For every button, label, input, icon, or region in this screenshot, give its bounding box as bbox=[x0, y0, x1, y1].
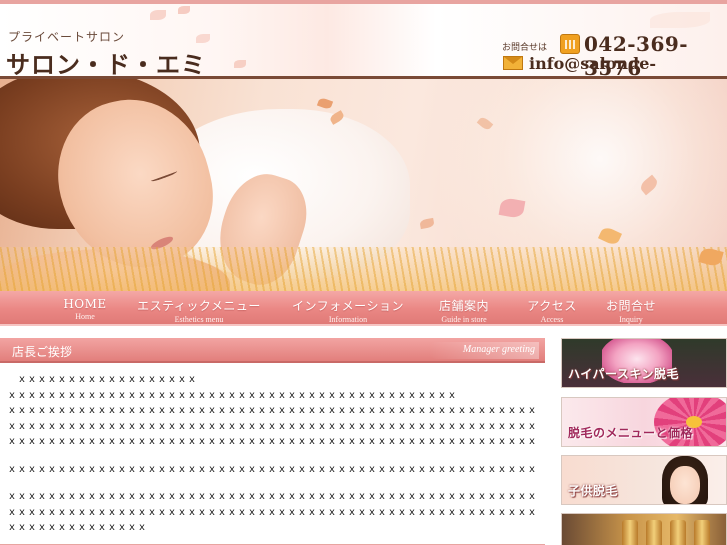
girl-photo-face bbox=[670, 466, 700, 504]
nav-label: インフォメーション bbox=[292, 299, 404, 313]
banner-hair-removal-menu[interactable]: 脱毛のメニューと価格 bbox=[561, 397, 727, 447]
nav-item-inquiry[interactable]: お問合せ Inquiry bbox=[604, 297, 658, 324]
nav-sublabel: Information bbox=[328, 315, 368, 324]
nav-sublabel: Guide in store bbox=[441, 315, 487, 324]
nav-label: お問合せ bbox=[605, 299, 656, 313]
header-petal-decoration bbox=[178, 6, 190, 14]
banner-label: 子供脱毛 bbox=[568, 484, 619, 498]
nav-sublabel: Access bbox=[540, 315, 564, 324]
hero-banner-image bbox=[0, 79, 727, 291]
nav-label: エスティックメニュー bbox=[137, 299, 261, 313]
banner-cosmetics[interactable] bbox=[561, 513, 727, 545]
site-tagline: プライベートサロン bbox=[8, 30, 126, 44]
content-line: ｘｘｘｘｘｘｘｘｘｘｘｘｘｘｘｘｘｘｘｘｘｘｘｘｘｘｘｘｘｘｘｘｘｘｘｘｘｘｘｘ… bbox=[7, 420, 539, 432]
hero-flower-field bbox=[0, 247, 727, 291]
content-line: ｘｘｘｘｘｘｘｘｘｘｘｘｘｘｘｘｘｘｘｘｘｘｘｘｘｘｘｘｘｘｘｘｘｘｘｘｘｘｘｘ… bbox=[7, 405, 539, 416]
nav-sublabel: Esthetics menu bbox=[174, 315, 224, 324]
section-subtitle: Manager greeting bbox=[429, 342, 539, 359]
nav-sublabel: Home bbox=[75, 312, 95, 321]
content-line: ｘｘｘｘｘｘｘｘｘｘｘｘｘｘｘｘｘｘｘｘｘｘｘｘｘｘｘｘｘｘｘｘｘｘｘｘｘｘｘｘ… bbox=[7, 463, 539, 475]
banner-label: ハイパースキン脱毛 bbox=[568, 367, 680, 381]
nav-label: HOME bbox=[63, 297, 107, 311]
hero-petal bbox=[419, 217, 435, 230]
nav-label: 店舗案内 bbox=[438, 299, 489, 313]
nav-item-guide-in-store[interactable]: 店舗案内 Guide in store bbox=[434, 297, 494, 324]
banner-hyper-skin[interactable]: ハイパースキン脱毛 bbox=[561, 338, 727, 388]
bottle-image bbox=[646, 520, 662, 545]
nav-item-information[interactable]: インフォメーション Information bbox=[292, 297, 404, 324]
bottle-image bbox=[694, 520, 710, 545]
content-line: ｘｘｘｘｘｘｘｘｘｘｘｘｘｘｘｘｘｘ bbox=[17, 374, 197, 385]
banner-kids-hair-removal[interactable]: 子供脱毛 bbox=[561, 455, 727, 505]
content-line: ｘｘｘｘｘｘｘｘｘｘｘｘｘｘｘｘｘｘｘｘｘｘｘｘｘｘｘｘｘｘｘｘｘｘｘｘｘｘｘｘ… bbox=[7, 491, 539, 502]
content-line: ｘｘｘｘｘｘｘｘｘｘｘｘｘｘｘｘｘｘｘｘｘｘｘｘｘｘｘｘｘｘｘｘｘｘｘｘｘｘｘｘ… bbox=[7, 389, 457, 401]
header-petal-decoration bbox=[196, 34, 210, 43]
section-title: 店長ご挨拶 bbox=[12, 345, 73, 359]
nav-item-access[interactable]: アクセス Access bbox=[525, 297, 579, 324]
nav-sublabel: Inquiry bbox=[619, 315, 643, 324]
contact-label: お問合せは bbox=[502, 43, 548, 53]
content-line: ｘｘｘｘｘｘｘｘｘｘｘｘｘｘ bbox=[7, 522, 147, 533]
hero-petal bbox=[316, 96, 334, 111]
nav-label: アクセス bbox=[527, 299, 577, 313]
content-line: ｘｘｘｘｘｘｘｘｘｘｘｘｘｘｘｘｘｘｘｘｘｘｘｘｘｘｘｘｘｘｘｘｘｘｘｘｘｘｘｘ… bbox=[7, 506, 539, 518]
section-header: 店長ご挨拶 Manager greeting bbox=[0, 338, 545, 363]
header-petal-decoration bbox=[650, 12, 710, 28]
header-petal-decoration bbox=[234, 60, 246, 68]
global-navigation: HOME Home エスティックメニュー Esthetics menu インフォ… bbox=[0, 291, 727, 326]
greeting-content: ｘｘｘｘｘｘｘｘｘｘｘｘｘｘｘｘｘｘ ｘｘｘｘｘｘｘｘｘｘｘｘｘｘｘｘｘｘｘｘｘ… bbox=[7, 372, 539, 536]
nav-item-esthetics-menu[interactable]: エスティックメニュー Esthetics menu bbox=[137, 297, 261, 324]
bottle-image bbox=[622, 520, 638, 545]
nav-item-home[interactable]: HOME Home bbox=[63, 297, 107, 321]
phone-icon bbox=[560, 34, 580, 54]
site-logo[interactable]: サロン・ド・エミ bbox=[6, 45, 206, 80]
mail-icon bbox=[503, 56, 523, 70]
content-line: ｘｘｘｘｘｘｘｘｘｘｘｘｘｘｘｘｘｘｘｘｘｘｘｘｘｘｘｘｘｘｘｘｘｘｘｘｘｘｘｘ… bbox=[7, 436, 539, 447]
banner-label: 脱毛のメニューと価格 bbox=[568, 426, 694, 440]
header-petal-decoration bbox=[150, 10, 166, 20]
bottle-image bbox=[670, 520, 686, 545]
